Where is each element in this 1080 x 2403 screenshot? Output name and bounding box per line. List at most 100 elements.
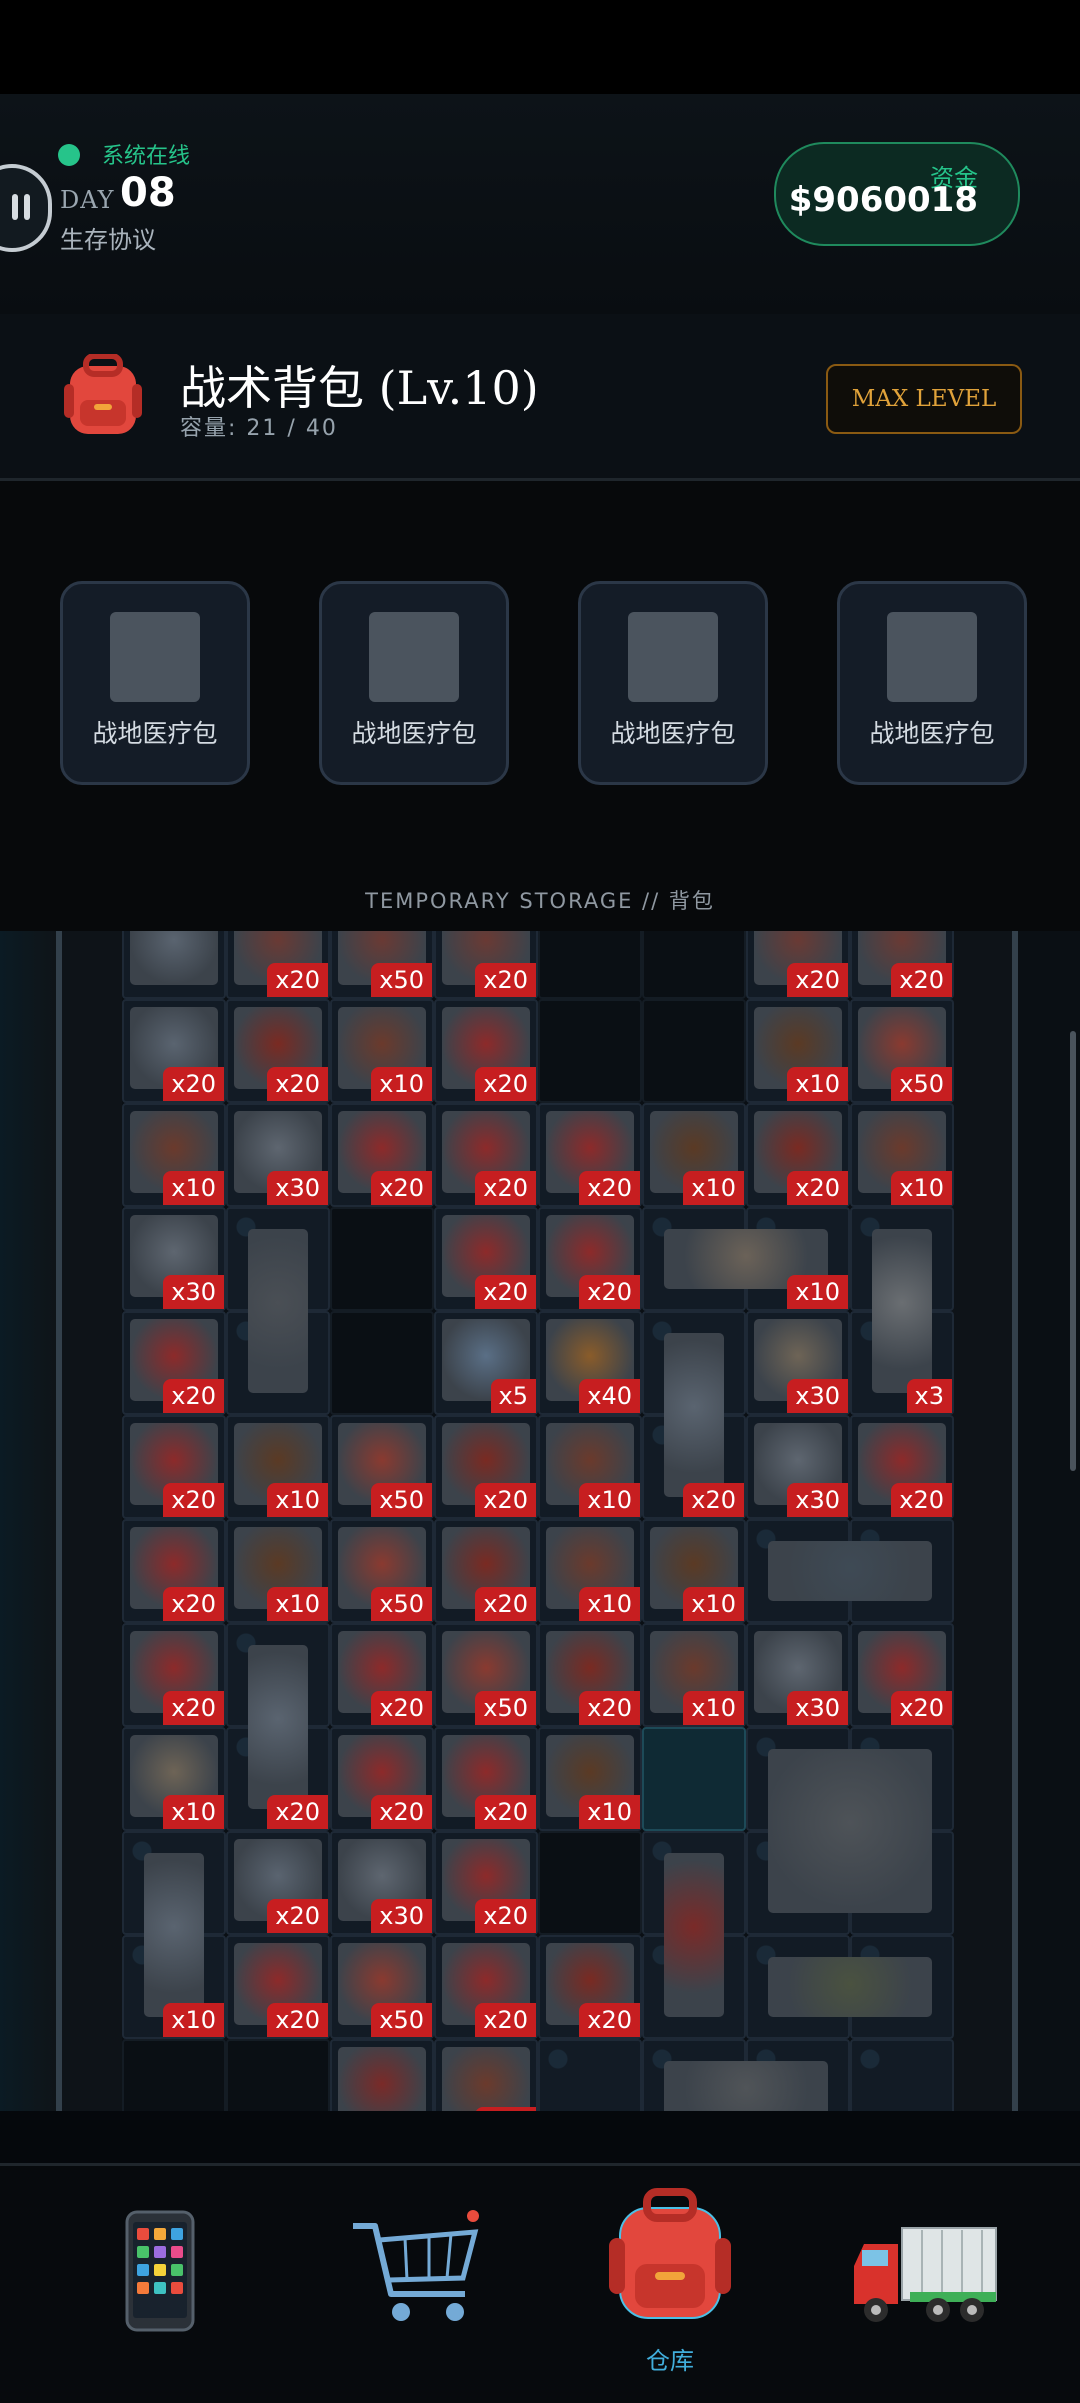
inventory-item[interactable]: x30 <box>746 1311 850 1415</box>
nav-phone[interactable] <box>85 2206 235 2366</box>
grid-cell[interactable] <box>642 999 746 1103</box>
grid-cell[interactable] <box>850 2039 954 2111</box>
item-quantity-badge: x10 <box>787 1067 848 1101</box>
inventory-item[interactable]: x50 <box>330 1415 434 1519</box>
inventory-item[interactable]: x10 <box>642 1103 746 1207</box>
storage-scrollbar[interactable] <box>1070 1031 1076 1471</box>
inventory-item[interactable]: x20 <box>850 1415 954 1519</box>
inventory-item[interactable] <box>746 1935 954 2039</box>
inventory-item[interactable]: x20 <box>330 1727 434 1831</box>
inventory-item[interactable]: x40 <box>538 1311 642 1415</box>
inventory-item[interactable]: x30 <box>330 1831 434 1935</box>
inventory-item[interactable]: x10 <box>538 1519 642 1623</box>
grid-cell[interactable] <box>226 2039 330 2111</box>
inventory-item[interactable]: x10 <box>642 1519 746 1623</box>
inventory-item[interactable]: x20 <box>122 1623 226 1727</box>
grid-cell[interactable] <box>538 1831 642 1935</box>
inventory-item[interactable]: x20 <box>538 1935 642 2039</box>
inventory-item[interactable]: x10 <box>850 1103 954 1207</box>
inventory-item[interactable] <box>746 1519 954 1623</box>
inventory-item[interactable]: x20 <box>226 1831 330 1935</box>
nav-transport[interactable] <box>850 2206 1000 2366</box>
quick-slot-3[interactable]: 战地医疗包 <box>578 581 768 785</box>
item-quantity-badge: x20 <box>475 2003 536 2037</box>
inventory-item[interactable]: x20 <box>642 1311 746 1519</box>
inventory-item[interactable] <box>746 1727 954 1935</box>
grid-cell[interactable] <box>538 931 642 999</box>
grid-cell[interactable] <box>642 1727 746 1831</box>
inventory-item[interactable]: x3 <box>850 1207 954 1415</box>
quick-slot-1[interactable]: 战地医疗包 <box>60 581 250 785</box>
inventory-item[interactable]: x50 <box>330 931 434 999</box>
inventory-item[interactable]: x10 <box>122 1103 226 1207</box>
inventory-item[interactable] <box>330 2039 434 2111</box>
inventory-item[interactable]: x10 <box>330 999 434 1103</box>
item-quantity-badge: x10 <box>683 1587 744 1621</box>
inventory-item[interactable]: x20 <box>226 931 330 999</box>
inventory-item[interactable]: x20 <box>850 1623 954 1727</box>
inventory-item[interactable]: x20 <box>122 1519 226 1623</box>
inventory-item[interactable]: x20 <box>122 999 226 1103</box>
inventory-item[interactable]: x10 <box>226 1519 330 1623</box>
inventory-item[interactable]: x10 <box>746 999 850 1103</box>
inventory-item[interactable]: x20 <box>746 931 850 999</box>
inventory-item[interactable]: x10 <box>642 1207 850 1311</box>
quick-slot-2[interactable]: 战地医疗包 <box>319 581 509 785</box>
nav-warehouse[interactable]: 仓库 <box>595 2186 745 2376</box>
inventory-item[interactable]: x10 <box>226 1415 330 1519</box>
inventory-item[interactable]: x20 <box>434 1103 538 1207</box>
inventory-item[interactable]: x10 <box>434 2039 538 2111</box>
item-quantity-badge: x50 <box>371 2003 432 2037</box>
inventory-item[interactable]: x20 <box>434 1727 538 1831</box>
inventory-item[interactable]: x20 <box>434 1519 538 1623</box>
inventory-item[interactable] <box>642 1831 746 2039</box>
item-quantity-badge: x20 <box>475 1067 536 1101</box>
grid-cell[interactable] <box>122 2039 226 2111</box>
inventory-item[interactable]: x30 <box>746 1415 850 1519</box>
inventory-item[interactable]: x20 <box>330 1103 434 1207</box>
inventory-item[interactable]: x30 <box>746 1623 850 1727</box>
inventory-item[interactable]: x30 <box>122 1207 226 1311</box>
inventory-item[interactable]: x30 <box>226 1103 330 1207</box>
inventory-item[interactable]: x50 <box>330 1519 434 1623</box>
inventory-item[interactable]: x20 <box>330 1623 434 1727</box>
inventory-item[interactable]: x20 <box>538 1623 642 1727</box>
grid-cell[interactable] <box>538 999 642 1103</box>
storage-grid-panel[interactable]: x20 x50 x20 x20 x20 x20 x20 x10 x20 x10 x50 x10 x30 x… <box>0 931 1080 2111</box>
inventory-item[interactable]: x20 <box>122 1415 226 1519</box>
inventory-item[interactable]: x20 <box>434 999 538 1103</box>
inventory-item[interactable]: x20 <box>538 1207 642 1311</box>
inventory-item[interactable] <box>226 1207 330 1415</box>
inventory-item[interactable]: x50 <box>850 999 954 1103</box>
inventory-item[interactable]: x20 <box>746 1103 850 1207</box>
inventory-item[interactable]: x20 <box>434 1415 538 1519</box>
inventory-item[interactable]: x10 <box>122 1727 226 1831</box>
inventory-item[interactable]: x50 <box>330 1935 434 2039</box>
inventory-item[interactable]: x20 <box>226 1935 330 2039</box>
nav-shop[interactable] <box>345 2206 495 2366</box>
inventory-item[interactable] <box>122 931 226 999</box>
inventory-item[interactable]: x10 <box>122 1831 226 2039</box>
inventory-item[interactable]: x20 <box>538 1103 642 1207</box>
grid-cell[interactable] <box>330 1311 434 1415</box>
inventory-item[interactable]: x20 <box>122 1311 226 1415</box>
inventory-item[interactable] <box>642 2039 850 2111</box>
grid-cell[interactable] <box>642 931 746 999</box>
inventory-item[interactable]: x10 <box>538 1727 642 1831</box>
inventory-item[interactable]: x20 <box>434 1207 538 1311</box>
grid-cell[interactable] <box>538 2039 642 2111</box>
inventory-item[interactable]: x10 <box>642 1623 746 1727</box>
quick-slot-4[interactable]: 战地医疗包 <box>837 581 1027 785</box>
inventory-item[interactable]: x20 <box>434 1831 538 1935</box>
inventory-item[interactable]: x50 <box>434 1623 538 1727</box>
inventory-item[interactable]: x20 <box>226 1623 330 1831</box>
inventory-item[interactable]: x5 <box>434 1311 538 1415</box>
max-level-button[interactable]: MAX LEVEL <box>826 364 1022 434</box>
inventory-item[interactable]: x20 <box>434 931 538 999</box>
inventory-item[interactable]: x10 <box>538 1415 642 1519</box>
inventory-item[interactable]: x20 <box>850 931 954 999</box>
pause-handle-icon[interactable] <box>0 164 52 252</box>
grid-cell[interactable] <box>330 1207 434 1311</box>
inventory-item[interactable]: x20 <box>434 1935 538 2039</box>
inventory-item[interactable]: x20 <box>226 999 330 1103</box>
